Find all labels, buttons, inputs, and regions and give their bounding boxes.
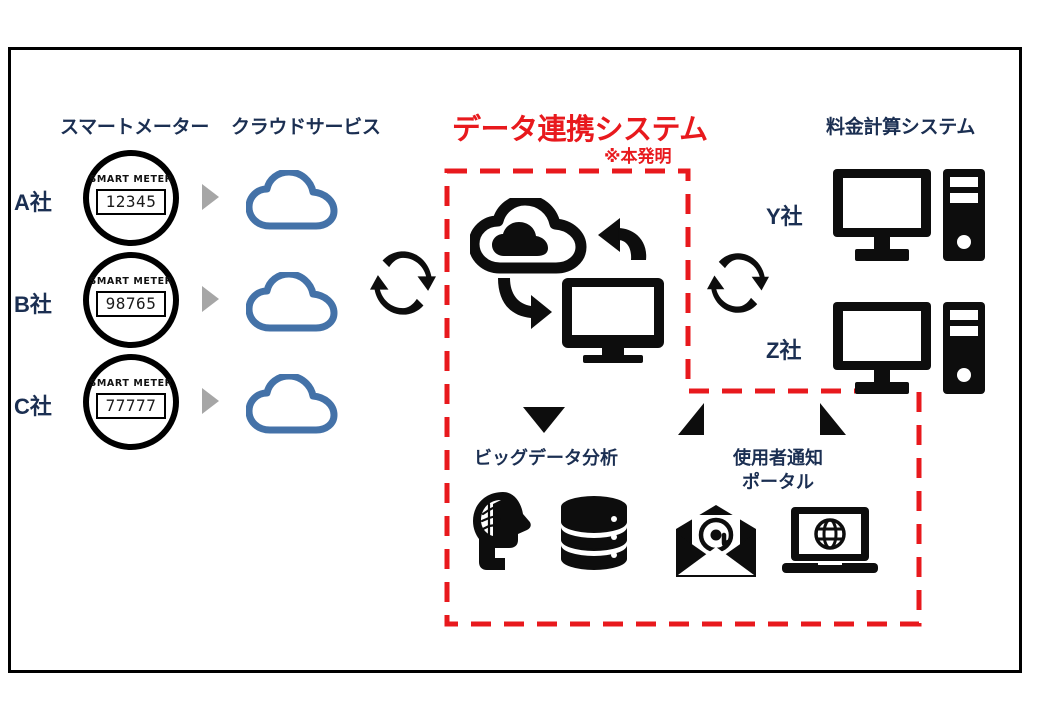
module-label-portal-line2: ポータル bbox=[742, 472, 814, 492]
diagram-canvas: スマートメーター クラウドサービス 料金計算システム データ連携システム ※本発… bbox=[0, 0, 1040, 720]
database-icon bbox=[561, 496, 627, 570]
arrow-up-left-to-portal bbox=[678, 403, 704, 435]
utility-label-c: C社 bbox=[14, 394, 52, 419]
desktop-pc-tower-icon-z bbox=[833, 302, 985, 394]
smart-meter-c: SMART METER 77777 bbox=[83, 354, 179, 450]
meter-title-b: SMART METER bbox=[89, 276, 173, 287]
module-label-analytics: ビッグデータ分析 bbox=[474, 448, 618, 468]
brain-head-icon bbox=[473, 492, 531, 570]
arrow-down-to-analytics bbox=[523, 407, 565, 433]
billing-label-z: Z社 bbox=[766, 338, 802, 363]
sync-arrows-icon-right bbox=[707, 253, 769, 313]
meter-readout-a: 12345 bbox=[96, 189, 166, 215]
billing-label-y: Y社 bbox=[766, 204, 803, 229]
gray-triangle-arrow-icon-c bbox=[202, 388, 219, 414]
desktop-pc-tower-icon-y bbox=[833, 169, 985, 261]
meter-title-a: SMART METER bbox=[89, 174, 173, 185]
smart-meter-b: SMART METER 98765 bbox=[83, 252, 179, 348]
module-label-portal-line1: 使用者通知 bbox=[733, 448, 823, 468]
utility-label-b: B社 bbox=[14, 292, 52, 317]
arrow-up-right-to-portal bbox=[820, 403, 846, 435]
cloud-icon-c bbox=[246, 374, 338, 434]
sync-arrows-icon-left bbox=[370, 251, 436, 315]
gray-triangle-arrow-icon-a bbox=[202, 184, 219, 210]
meter-readout-c: 77777 bbox=[96, 393, 166, 419]
cloud-monitor-sync-icon bbox=[470, 198, 664, 363]
meter-title-c: SMART METER bbox=[89, 378, 173, 389]
smart-meter-a: SMART METER 12345 bbox=[83, 150, 179, 246]
center-system-subtitle: ※本発明 bbox=[604, 147, 672, 166]
header-cloud-service: クラウドサービス bbox=[231, 117, 381, 138]
header-smart-meter: スマートメーター bbox=[60, 117, 210, 138]
utility-label-a: A社 bbox=[14, 190, 52, 215]
meter-readout-b: 98765 bbox=[96, 291, 166, 317]
header-billing-system: 料金計算システム bbox=[826, 117, 976, 138]
gray-triangle-arrow-icon-b bbox=[202, 286, 219, 312]
cloud-icon-b bbox=[246, 272, 338, 332]
cloud-icon-a bbox=[246, 170, 338, 230]
email-at-icon bbox=[676, 505, 756, 577]
laptop-globe-icon bbox=[782, 507, 878, 573]
